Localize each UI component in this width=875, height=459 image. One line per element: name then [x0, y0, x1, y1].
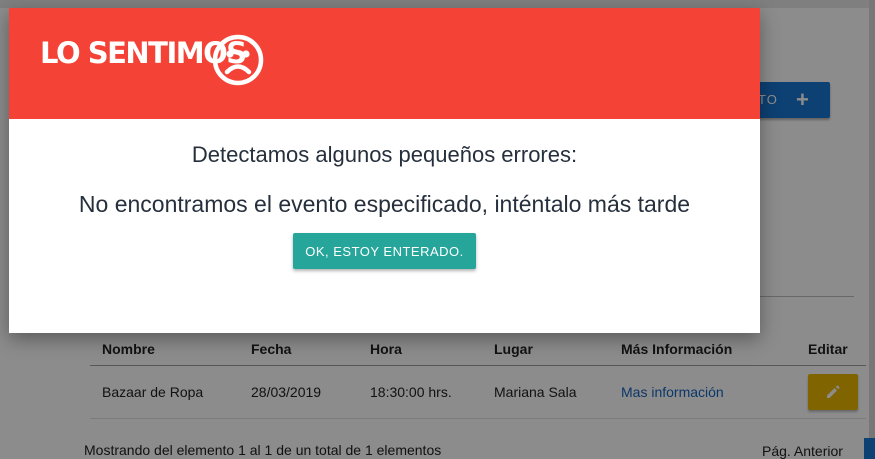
modal-message: No encontramos el evento especificado, i… [78, 191, 691, 217]
modal-header: LO SENTIMOS [9, 8, 760, 119]
sad-face-icon [212, 34, 264, 86]
error-modal: LO SENTIMOS Detectamos algunos pequeños … [9, 8, 760, 333]
ok-button[interactable]: OK, ESTOY ENTERADO. [293, 233, 476, 269]
modal-subtitle: Detectamos algunos pequeños errores: [191, 142, 578, 167]
